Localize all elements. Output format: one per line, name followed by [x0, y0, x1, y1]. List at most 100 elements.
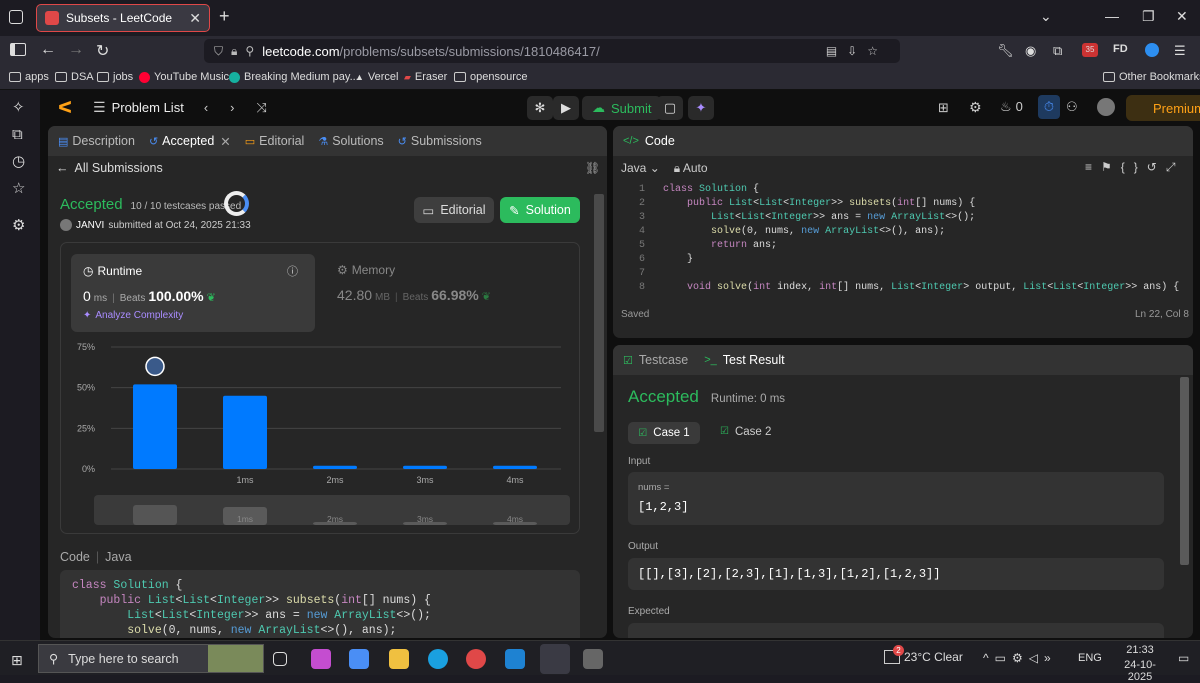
username[interactable]: JANVI	[76, 220, 104, 231]
clock-icon[interactable]: ◷	[12, 152, 25, 170]
y-tick-label: 0%	[82, 464, 95, 474]
output-box[interactable]: [[],[3],[2],[2,3],[1],[1,3],[1,2],[1,2,3…	[628, 558, 1164, 590]
windows-start-icon[interactable]: ⊞	[11, 652, 23, 669]
all-submissions-link[interactable]: ← All Submissions	[56, 161, 163, 175]
autocomplete-mode[interactable]: 🔒︎ Auto	[674, 161, 708, 176]
browser-tab[interactable]: Subsets - LeetCode ✕	[36, 4, 210, 32]
forward-icon[interactable]: →	[68, 41, 84, 59]
tab-testcase[interactable]: Testcase	[639, 353, 688, 367]
firefox-active-icon[interactable]	[540, 644, 570, 674]
audio-app-icon[interactable]	[583, 649, 603, 669]
line-number: 5	[633, 240, 664, 251]
edge-icon[interactable]	[428, 649, 448, 669]
shuffle-icon[interactable]: ⤨	[257, 100, 267, 116]
submitted-code-block[interactable]: class Solution { public List<List<Intege…	[60, 570, 580, 638]
reload-icon[interactable]: ↻	[96, 41, 109, 61]
account-icon[interactable]	[1145, 43, 1159, 57]
debug-icon[interactable]: ✻	[527, 96, 553, 120]
extension-badge-icon[interactable]: 35	[1082, 43, 1098, 57]
editorial-button[interactable]: ▭ Editorial	[414, 197, 494, 223]
search-icon: ⚲	[49, 652, 59, 666]
bookmark-jobs[interactable]: jobs	[97, 71, 133, 83]
problem-list-nav[interactable]: ☰ Problem List ‹ › ⤨	[93, 99, 267, 116]
wrench-icon[interactable]: 🔧︎	[997, 43, 1014, 59]
add-collaborator-icon[interactable]: ⚇	[1066, 99, 1078, 115]
back-icon[interactable]: ←	[40, 41, 56, 59]
bookmark-opensource[interactable]: opensource	[454, 71, 528, 83]
bookmark-apps[interactable]: apps	[9, 71, 49, 83]
taskbar-search[interactable]: ⚲ Type here to search	[38, 644, 264, 673]
close-icon[interactable]: ✕	[220, 134, 230, 149]
menu-icon[interactable]: ☰	[1174, 43, 1186, 59]
scrollbar[interactable]	[594, 194, 604, 432]
bookmark-eraser[interactable]: ▰ Eraser	[404, 71, 447, 83]
bookmark-youtube-music[interactable]: YouTube Music	[139, 71, 229, 83]
document-icon: ▤	[58, 135, 69, 148]
tab-editorial[interactable]: ▭ Editorial	[245, 134, 305, 148]
file-explorer-icon[interactable]	[389, 649, 409, 669]
tray-icons[interactable]: ^▭⚙◁»	[983, 651, 1057, 665]
close-window-icon[interactable]: ✕	[1176, 8, 1188, 25]
code-editor[interactable]: 1 class Solution { 2 public List<List<In…	[613, 184, 1183, 298]
case-1-tab[interactable]: ☑ Case 1	[628, 422, 700, 444]
task-view-icon[interactable]	[273, 652, 287, 666]
ai-assist-icon[interactable]: ✦	[688, 96, 714, 120]
settings-gear-icon[interactable]: ⚙	[969, 99, 982, 116]
leetcode-logo-icon[interactable]: ᐸ	[58, 98, 72, 118]
notes-icon[interactable]: ▢	[657, 96, 683, 120]
notification-icon[interactable]: ▭	[1178, 651, 1189, 665]
store-icon[interactable]	[349, 649, 369, 669]
star-icon[interactable]: ☆	[12, 179, 25, 197]
code-line: 5 return ans;	[633, 240, 1183, 254]
ai-sparkle-icon[interactable]: ✧	[12, 98, 25, 116]
case-2-tab[interactable]: ☑ Case 2	[720, 426, 771, 438]
language-indicator[interactable]: ENG	[1078, 652, 1102, 664]
submit-button[interactable]: ☁ Submit	[582, 96, 662, 120]
bookmark-dsa[interactable]: DSA	[55, 71, 94, 83]
tab-test-result[interactable]: Test Result	[723, 353, 785, 367]
chrome-icon[interactable]	[466, 649, 486, 669]
close-tab-icon[interactable]: ✕	[189, 10, 201, 27]
language-select[interactable]: Java ⌄	[621, 161, 660, 176]
eraser-icon: ▰	[404, 71, 411, 82]
run-icon[interactable]: ▶	[553, 96, 579, 120]
url-bar[interactable]: ⛉ 🔒︎ ⚲ leetcode.com /problems/subsets/su…	[204, 39, 900, 63]
tab-accepted[interactable]: ↺ Accepted ✕	[149, 134, 231, 149]
sidebar-toggle-icon[interactable]	[10, 43, 26, 56]
premium-button[interactable]: Premium	[1126, 95, 1200, 121]
prev-problem-icon[interactable]: ‹	[204, 100, 208, 115]
tab-list-icon[interactable]	[9, 10, 23, 24]
bookmark-medium[interactable]: Breaking Medium pay...	[229, 71, 359, 83]
code-line: List<List<Integer>> ans = new ArrayList<…	[72, 609, 568, 624]
copilot-icon[interactable]	[311, 649, 331, 669]
timer-icon[interactable]: ⏱	[1038, 95, 1060, 119]
expected-box[interactable]	[628, 623, 1164, 638]
extension-icon[interactable]: ◉	[1025, 43, 1036, 59]
profile-fd[interactable]: FD	[1113, 43, 1128, 55]
puzzle-icon[interactable]: ⧉	[1053, 43, 1062, 59]
tab-submissions[interactable]: ↺ Submissions	[398, 134, 482, 148]
settings-icon[interactable]: ⚙	[12, 216, 25, 234]
restore-icon[interactable]: ❐	[1142, 8, 1155, 25]
bookmark-vercel[interactable]: ▲ Vercel	[355, 71, 399, 83]
next-problem-icon[interactable]: ›	[230, 100, 234, 115]
history-panel-icon[interactable]: ⧉	[12, 126, 23, 143]
share-link-icon[interactable]: ⛓	[585, 161, 600, 175]
solution-button[interactable]: ✎ Solution	[500, 197, 580, 223]
streak-counter[interactable]: ♨ 0	[1000, 99, 1023, 115]
input-box[interactable]: nums = [1,2,3]	[628, 472, 1164, 525]
layout-icon[interactable]: ⊞	[938, 100, 949, 116]
editor-actions-icons[interactable]: ≡⚑{}↺⤢	[1085, 160, 1184, 175]
weather-widget[interactable]: 2 23°C Clear	[884, 645, 963, 664]
new-tab-icon[interactable]: +	[219, 6, 230, 27]
scrollbar[interactable]	[1180, 377, 1189, 565]
clock[interactable]: 21:33 24-10-2025	[1118, 644, 1162, 683]
tab-solutions[interactable]: ⚗ Solutions	[318, 134, 383, 148]
other-bookmarks[interactable]: Other Bookmarks	[1103, 71, 1200, 83]
avatar[interactable]	[1097, 98, 1115, 116]
tab-dropdown-icon[interactable]: ⌄	[1040, 8, 1052, 25]
vscode-icon[interactable]	[505, 649, 525, 669]
reader-save-bookmark-icons[interactable]: ▤⇩☆	[826, 44, 888, 58]
tab-description[interactable]: ▤ Description	[58, 134, 135, 148]
minimize-icon[interactable]: —	[1105, 8, 1119, 24]
